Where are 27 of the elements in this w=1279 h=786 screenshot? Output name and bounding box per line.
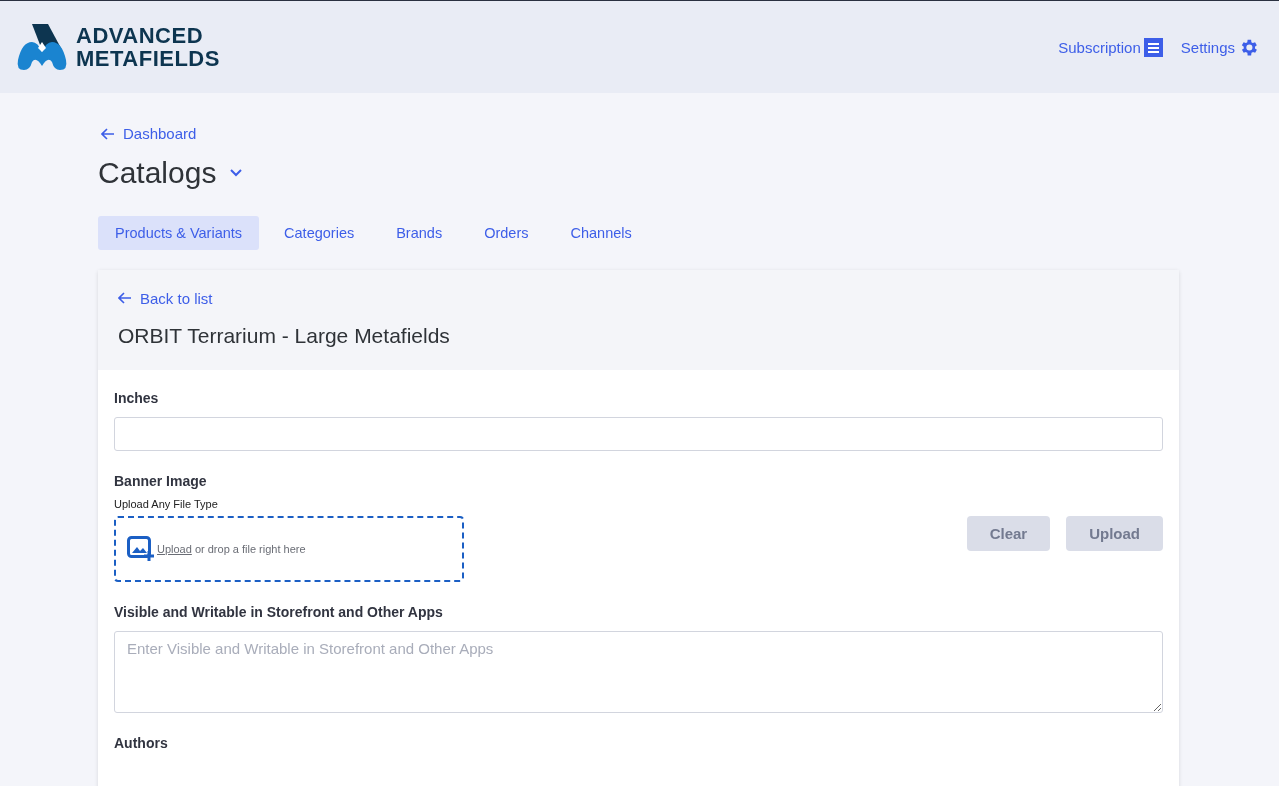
back-to-list-link[interactable]: Back to list xyxy=(118,289,213,307)
subscription-link[interactable]: Subscription xyxy=(1058,36,1163,58)
upload-hint: Upload Any File Type xyxy=(114,498,219,510)
page-title: Catalogs xyxy=(98,155,217,190)
product-title: ORBIT Terrarium - Large Metafields xyxy=(118,324,451,348)
tab[interactable]: Channels xyxy=(553,215,649,250)
drop-instructions: Upload or drop a file right here xyxy=(157,543,306,555)
tab[interactable]: Orders xyxy=(467,215,546,250)
settings-link[interactable]: Settings xyxy=(1180,36,1259,58)
list-icon xyxy=(1143,37,1163,57)
input-field[interactable] xyxy=(114,417,1163,451)
field-label: Authors xyxy=(114,735,169,751)
upload-link[interactable]: Upload xyxy=(157,543,192,555)
tab[interactable]: Products & Variants xyxy=(98,215,260,250)
back-arrow-icon xyxy=(101,127,115,140)
field-label: Banner Image xyxy=(114,473,208,489)
chevron-down-icon[interactable] xyxy=(230,168,243,177)
tab[interactable]: Categories xyxy=(267,215,372,250)
field-label: Visible and Writable in Storefront and Other Apps xyxy=(114,604,444,620)
dashboard-link[interactable]: Dashboard xyxy=(101,125,197,142)
back-arrow-icon xyxy=(118,292,132,304)
text-area[interactable]: Enter Visible and Writable in Storefront and Other Apps xyxy=(114,631,1163,713)
logo-wordmark: ADVANCED METAFIELDS xyxy=(76,24,220,70)
field-label: Inches xyxy=(114,390,160,406)
add-image-icon xyxy=(127,536,155,562)
drop-zone[interactable]: Upload or drop a file right here xyxy=(114,516,464,582)
tab[interactable]: Brands xyxy=(379,215,460,250)
